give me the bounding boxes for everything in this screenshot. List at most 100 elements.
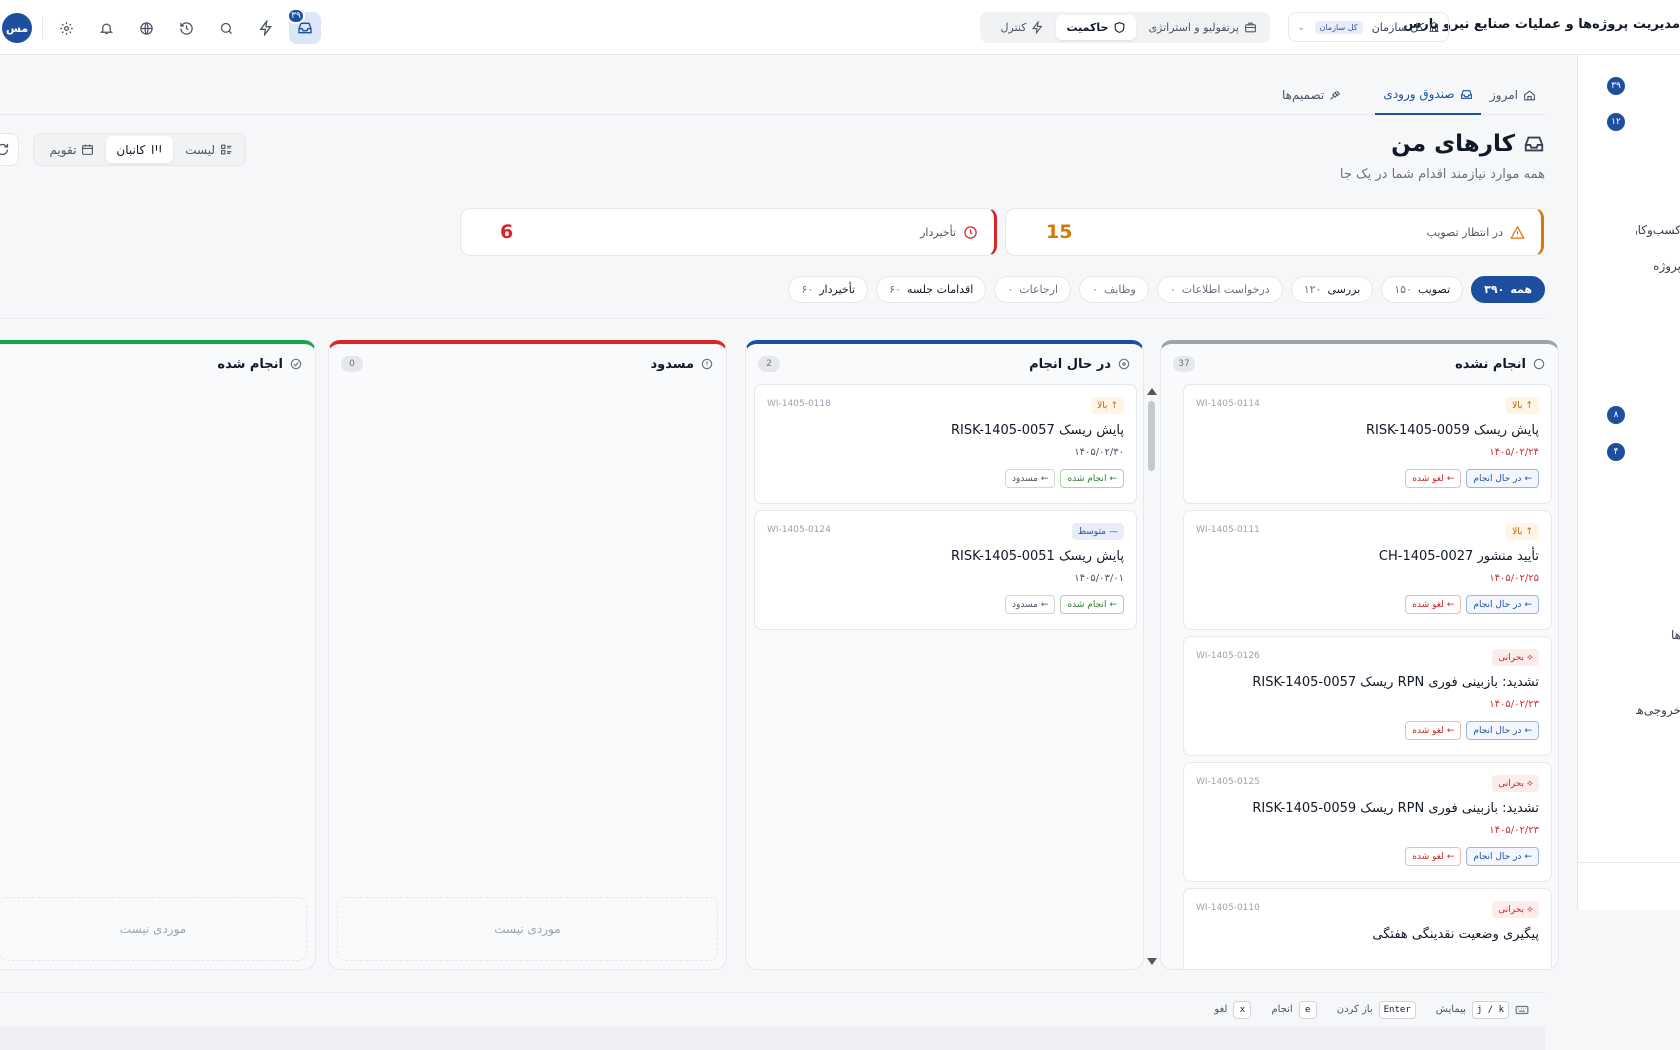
move-card-button[interactable]: ← در حال انجام bbox=[1466, 721, 1539, 740]
card-actions: ← در حال انجام ← لغو شده bbox=[1405, 847, 1539, 866]
filter-info-request[interactable]: درخواست اطلاعات ۰ bbox=[1156, 276, 1283, 303]
work-item-id: WI-1405-0110 bbox=[1196, 903, 1260, 913]
empty-state: موردی نیست bbox=[0, 897, 307, 961]
move-label: لغو شده bbox=[1412, 473, 1444, 484]
filter-count: ۰ bbox=[1169, 283, 1176, 296]
column-cards: ↑ بالا WI-1405-0114 پایش ریسک RISK-1405-005… bbox=[1161, 384, 1558, 969]
work-item-card[interactable]: ⟡ بحرانی WI-1405-0126 تشدید: بازبینی فوری R… bbox=[1183, 636, 1552, 756]
filter-count: ۰ bbox=[1007, 283, 1014, 296]
work-item-card[interactable]: ⟡ بحرانی WI-1405-0125 تشدید: بازبینی فوری R… bbox=[1183, 762, 1552, 882]
move-card-button[interactable]: ← در حال انجام bbox=[1466, 469, 1539, 488]
move-card-button[interactable]: ← انجام شده bbox=[1060, 469, 1124, 488]
move-label: در حال انجام bbox=[1473, 725, 1522, 736]
arrow-left-icon: ← bbox=[1524, 599, 1532, 610]
scroll-down-arrow[interactable] bbox=[1147, 958, 1157, 965]
work-item-card[interactable]: ⟡ بحرانی WI-1405-0110 پیگیری وضعیت نقدینگی … bbox=[1183, 888, 1552, 969]
view-kanban[interactable]: کانبان bbox=[106, 136, 174, 163]
work-item-id: WI-1405-0125 bbox=[1196, 777, 1260, 787]
due-date: ۱۴۰۵/۰۳/۰۱ bbox=[1074, 573, 1124, 584]
settings-button[interactable] bbox=[50, 12, 82, 44]
priority-label: بالا bbox=[1512, 400, 1523, 411]
priority-badge: ⟡ بحرانی bbox=[1492, 775, 1539, 792]
quick-actions-button[interactable] bbox=[250, 12, 282, 44]
due-date: ۱۴۰۵/۰۲/۳۰ bbox=[1074, 447, 1124, 458]
side-item-items[interactable]: ها bbox=[1636, 628, 1680, 642]
filter-overdue[interactable]: تأخیردار ۶۰ bbox=[788, 276, 869, 303]
move-card-button[interactable]: ← در حال انجام bbox=[1466, 847, 1539, 866]
filter-referrals[interactable]: ارجاعات ۰ bbox=[994, 276, 1072, 303]
bolt-icon bbox=[259, 20, 272, 36]
refresh-button[interactable] bbox=[0, 133, 19, 166]
move-card-button[interactable]: ← انجام شده bbox=[1060, 595, 1124, 614]
avatar[interactable]: مس bbox=[2, 13, 32, 43]
inbox-icon bbox=[1524, 136, 1544, 152]
search-button[interactable] bbox=[210, 12, 242, 44]
view-calendar[interactable]: تقویم bbox=[39, 136, 104, 163]
side-item-business[interactable]: کسب‌وکار bbox=[1636, 223, 1680, 237]
scope-selector[interactable]: کل سازمان کل سازمان ⌄ bbox=[1288, 12, 1449, 42]
work-item-title[interactable]: پایش ریسک RISK-1405-0057 bbox=[951, 423, 1124, 438]
scroll-thumb[interactable] bbox=[1148, 401, 1155, 471]
mode-governance[interactable]: حاکمیت bbox=[1056, 15, 1137, 40]
mode-control[interactable]: کنترل bbox=[991, 15, 1055, 40]
work-item-title[interactable]: تأیید منشور CH-1405-0027 bbox=[1379, 549, 1539, 564]
side-item-project[interactable]: پروژه bbox=[1636, 259, 1680, 273]
shortcut-key: e bbox=[1298, 1000, 1317, 1019]
divider bbox=[42, 17, 43, 39]
filter-label: درخواست اطلاعات bbox=[1181, 283, 1270, 296]
view-list[interactable]: لیست bbox=[175, 136, 243, 163]
arrow-left-icon: ← bbox=[1109, 599, 1117, 610]
priority-icon: ⟡ bbox=[1527, 904, 1533, 915]
due-date: ۱۴۰۵/۰۲/۲۳ bbox=[1489, 825, 1539, 836]
work-item-title[interactable]: پایش ریسک RISK-1405-0059 bbox=[1366, 423, 1539, 438]
tab-decisions[interactable]: تصمیم‌ها bbox=[1282, 75, 1342, 115]
work-item-card[interactable]: ↑ بالا WI-1405-0118 پایش ریسک RISK-1405-005… bbox=[754, 384, 1137, 504]
language-button[interactable] bbox=[130, 12, 162, 44]
tab-today[interactable]: امروز bbox=[1490, 75, 1536, 115]
card-actions: ← در حال انجام ← لغو شده bbox=[1405, 469, 1539, 488]
move-card-button[interactable]: ← در حال انجام bbox=[1466, 595, 1539, 614]
work-item-title[interactable]: پیگیری وضعیت نقدینگی هفتگی bbox=[1372, 927, 1539, 942]
filter-meeting-actions[interactable]: اقدامات جلسه ۶۰ bbox=[876, 276, 987, 303]
work-item-card[interactable]: — متوسط WI-1405-0124 پایش ریسک RISK-1405-00… bbox=[754, 510, 1137, 630]
stat-overdue[interactable]: تأخیردار 6 bbox=[460, 208, 997, 256]
priority-icon: ⟡ bbox=[1527, 652, 1533, 663]
filter-review[interactable]: بررسی ۱۲۰ bbox=[1290, 276, 1374, 303]
side-item-outputs[interactable]: خروجی‌ها bbox=[1636, 703, 1680, 717]
work-item-id: WI-1405-0126 bbox=[1196, 651, 1260, 661]
home-icon bbox=[1524, 89, 1535, 100]
column-header: مسدود bbox=[329, 352, 726, 376]
move-card-button[interactable]: ← مسدود bbox=[1004, 595, 1056, 614]
work-item-title[interactable]: تشدید: بازبینی فوری RPN ریسک RISK-1405-0… bbox=[1252, 801, 1539, 816]
filter-tasks[interactable]: وظایف ۰ bbox=[1079, 276, 1149, 303]
history-button[interactable] bbox=[170, 12, 202, 44]
work-item-card[interactable]: ↑ بالا WI-1405-0114 پایش ریسک RISK-1405-005… bbox=[1183, 384, 1552, 504]
tab-inbox[interactable]: صندوق ورودی bbox=[1375, 75, 1481, 115]
work-item-title[interactable]: تشدید: بازبینی فوری RPN ریسک RISK-1405-0… bbox=[1252, 675, 1539, 690]
notifications-button[interactable] bbox=[90, 12, 122, 44]
bottom-strip bbox=[0, 1026, 1545, 1050]
move-label: لغو شده bbox=[1412, 725, 1444, 736]
column-scrollbar[interactable] bbox=[1146, 385, 1157, 965]
filter-all[interactable]: همه ۳۹۰ bbox=[1471, 276, 1545, 303]
arrow-left-icon: ← bbox=[1109, 473, 1117, 484]
warning-icon bbox=[1510, 225, 1525, 239]
work-item-card[interactable]: ↑ بالا WI-1405-0111 تأیید منشور CH-1405-002… bbox=[1183, 510, 1552, 630]
move-card-button[interactable]: ← مسدود bbox=[1004, 469, 1056, 488]
priority-badge: ↑ بالا bbox=[1506, 397, 1539, 414]
filter-approval[interactable]: تصویب ۱۵۰ bbox=[1381, 276, 1464, 303]
move-card-button[interactable]: ← لغو شده bbox=[1405, 469, 1462, 488]
move-card-button[interactable]: ← لغو شده bbox=[1405, 847, 1462, 866]
stat-pending-approval[interactable]: در انتظار تصویب 15 bbox=[1005, 208, 1544, 256]
due-date: ۱۴۰۵/۰۲/۲۳ bbox=[1489, 699, 1539, 710]
mode-portfolio[interactable]: پرتفولیو و استراتژی bbox=[1138, 15, 1267, 40]
move-card-button[interactable]: ← لغو شده bbox=[1405, 595, 1462, 614]
kanban-column: در حال انجام 2 ↑ بالا WI-1405-0118 پایش ریسک … bbox=[745, 340, 1144, 970]
work-item-title[interactable]: پایش ریسک RISK-1405-0051 bbox=[951, 549, 1124, 564]
page-header: کارهای من bbox=[1200, 131, 1545, 157]
column-header: انجام شده bbox=[0, 352, 315, 376]
priority-label: متوسط bbox=[1077, 526, 1106, 537]
scroll-up-arrow[interactable] bbox=[1147, 388, 1157, 395]
priority-icon: ↑ bbox=[1110, 400, 1118, 411]
move-card-button[interactable]: ← لغو شده bbox=[1405, 721, 1462, 740]
